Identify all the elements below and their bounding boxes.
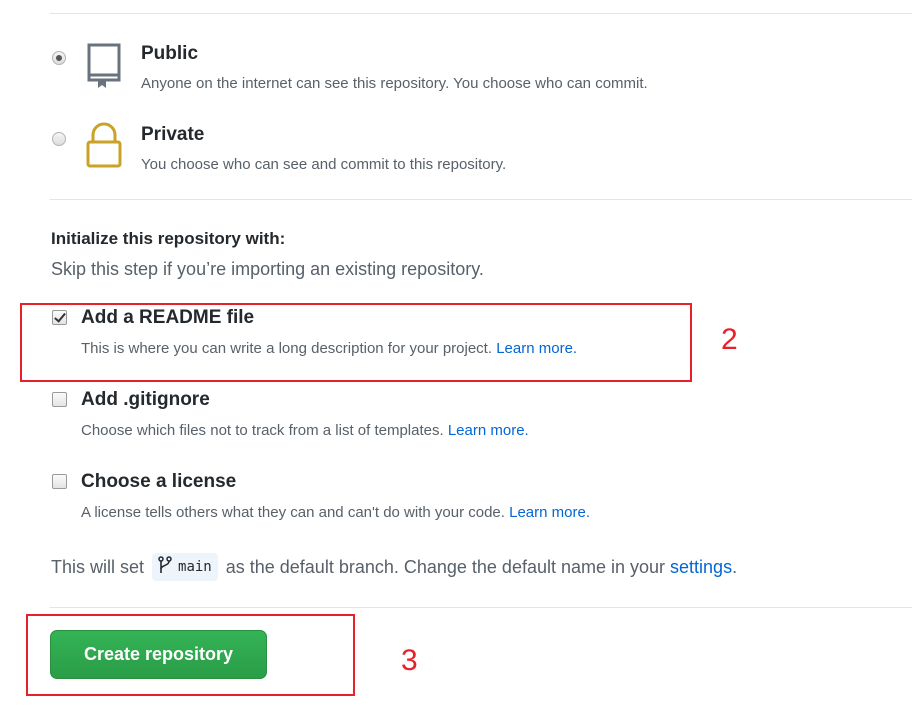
gitignore-description-text: Choose which files not to track from a l… [81,422,444,439]
branch-prefix: This will set [51,556,145,577]
public-description: Anyone on the internet can see this repo… [141,75,648,92]
annotation-number-step3: 3 [401,644,418,677]
divider-top [50,13,912,14]
annotation-box-step2 [20,303,692,382]
gitignore-description: Choose which files not to track from a l… [81,422,529,439]
default-branch-note: This will set main as the default branch… [51,553,737,581]
create-repository-form: Public Anyone on the internet can see th… [0,0,912,708]
branch-suffix: as the default branch. Change the defaul… [225,556,666,577]
branch-pill: main [152,553,218,581]
gitignore-checkbox[interactable] [52,392,67,407]
private-description: You choose who can see and commit to thi… [141,156,507,173]
public-title: Public [141,43,199,64]
settings-link[interactable]: settings [670,557,732,578]
divider-middle [50,199,912,200]
license-learn-more-link[interactable]: Learn more. [509,504,590,521]
license-checkbox[interactable] [52,474,67,489]
branch-name: main [178,559,212,575]
divider-bottom [50,607,912,608]
annotation-number-step2: 2 [721,323,738,356]
annotation-box-step3 [26,614,355,696]
license-title[interactable]: Choose a license [81,471,236,493]
lock-icon [84,122,124,175]
initialize-title: Initialize this repository with: [51,229,286,248]
license-description: A license tells others what they can and… [81,504,590,521]
gitignore-learn-more-link[interactable]: Learn more. [448,422,529,439]
private-title: Private [141,124,205,145]
initialize-subtitle: Skip this step if you’re importing an ex… [51,259,484,279]
gitignore-title[interactable]: Add .gitignore [81,389,210,411]
branch-period: . [732,556,738,577]
repo-icon [84,42,124,95]
license-description-text: A license tells others what they can and… [81,504,505,521]
public-radio[interactable] [52,51,66,65]
private-radio[interactable] [52,132,66,146]
git-branch-icon [158,556,172,578]
